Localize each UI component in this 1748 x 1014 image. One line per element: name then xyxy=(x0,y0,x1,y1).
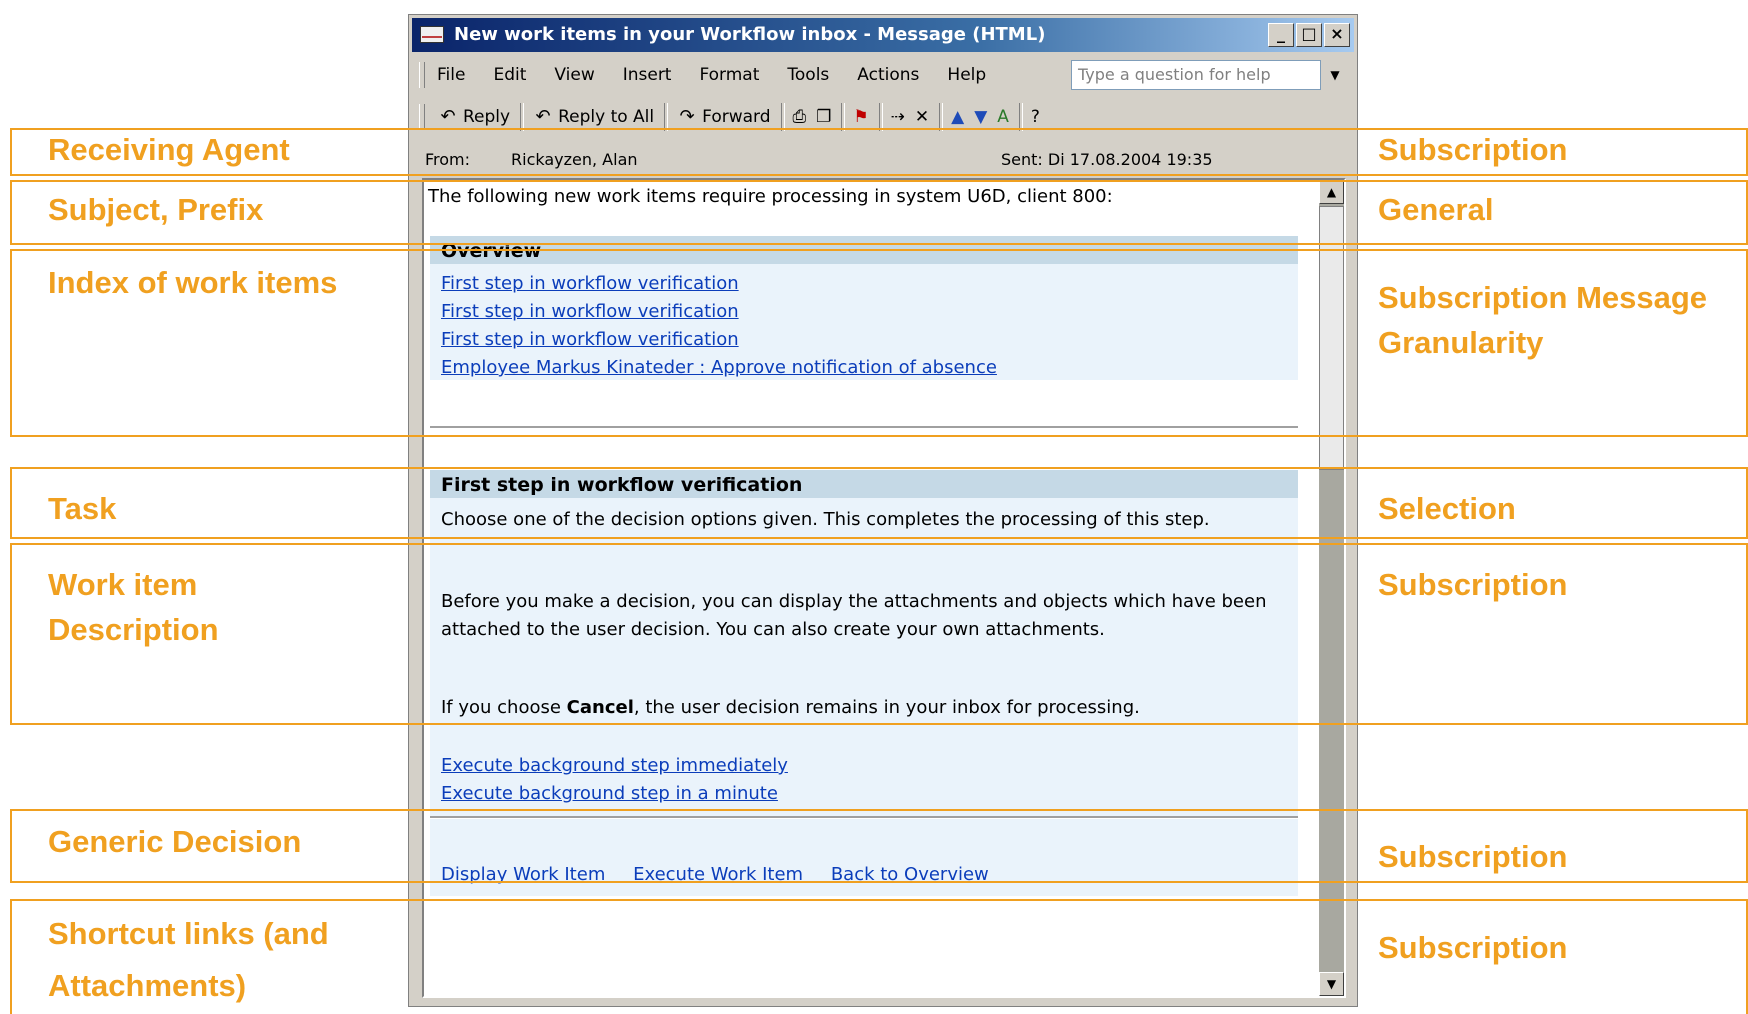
toolbar-separator xyxy=(520,103,525,131)
menu-format[interactable]: Format xyxy=(699,65,759,85)
toolbar-separator xyxy=(939,103,944,131)
label-right-selection: Selection xyxy=(1378,491,1516,526)
minimize-button[interactable]: _ xyxy=(1268,23,1294,47)
label-shortcut-links: Shortcut links (and Attachments) xyxy=(48,916,329,1003)
label-right-subscription: Subscription xyxy=(1378,567,1568,602)
menu-bar: File Edit View Insert Format Tools Actio… xyxy=(419,58,1351,92)
decision-links: Execute background step immediately Exec… xyxy=(430,752,788,808)
copy-icon[interactable]: ❐ xyxy=(816,107,831,127)
maximize-button[interactable]: □ xyxy=(1296,23,1322,47)
menu-file[interactable]: File xyxy=(437,65,465,85)
menu-edit[interactable]: Edit xyxy=(493,65,526,85)
label-receiving-agent: Receiving Agent xyxy=(48,132,290,167)
move-to-folder-icon[interactable]: ⇢ xyxy=(891,107,905,127)
toolbar-grip[interactable] xyxy=(419,104,425,130)
forward-label: Forward xyxy=(702,107,771,127)
flag-icon[interactable]: ⚑ xyxy=(853,107,868,127)
label-right-granularity: Subscription Message Granularity xyxy=(1378,280,1708,360)
label-right-subscription: Subscription xyxy=(1378,839,1568,874)
help-search-input[interactable]: Type a question for help xyxy=(1071,60,1321,90)
menu-actions[interactable]: Actions xyxy=(857,65,919,85)
decision-link[interactable]: Execute background step in a minute xyxy=(441,780,788,808)
toolbar-separator xyxy=(878,103,883,131)
label-generic-decision: Generic Decision xyxy=(48,824,302,859)
print-icon[interactable]: ⎙ xyxy=(793,107,807,127)
menu-insert[interactable]: Insert xyxy=(623,65,672,85)
close-button[interactable]: × xyxy=(1324,23,1350,47)
title-bar[interactable]: New work items in your Workflow inbox - … xyxy=(412,18,1354,52)
menu-view[interactable]: View xyxy=(554,65,594,85)
label-work-item-description: Work item Description xyxy=(48,567,219,647)
toolbar-separator xyxy=(841,103,846,131)
label-right-subscription: Subscription xyxy=(1378,132,1568,167)
label-index-of-work-items: Index of work items xyxy=(48,265,338,300)
previous-item-icon[interactable]: ▲ xyxy=(951,107,964,127)
label-subject-prefix: Subject, Prefix xyxy=(48,192,264,227)
reply-label: Reply xyxy=(463,107,511,127)
help-icon[interactable]: ? xyxy=(1031,107,1040,127)
forward-button[interactable]: ↷ Forward xyxy=(676,106,771,128)
toolbar-separator xyxy=(664,103,669,131)
window-title: New work items in your Workflow inbox - … xyxy=(454,24,1046,45)
next-item-icon[interactable]: ▼ xyxy=(974,107,987,127)
reply-all-icon: ↶ xyxy=(535,106,551,127)
label-right-general: General xyxy=(1378,192,1494,227)
label-right-subscription: Subscription xyxy=(1378,930,1568,965)
envelope-icon xyxy=(420,26,444,43)
reply-all-label: Reply to All xyxy=(558,107,655,127)
toolbar-separator xyxy=(1018,103,1023,131)
address-book-icon[interactable]: A xyxy=(997,107,1009,127)
menu-help[interactable]: Help xyxy=(947,65,986,85)
label-task: Task xyxy=(48,491,117,526)
toolbar-separator xyxy=(780,103,785,131)
reply-button[interactable]: ↶ Reply xyxy=(437,106,510,128)
help-dropdown-icon[interactable]: ▼ xyxy=(1323,60,1347,90)
decision-link[interactable]: Execute background step immediately xyxy=(441,752,788,780)
reply-icon: ↶ xyxy=(440,106,456,127)
reply-all-button[interactable]: ↶ Reply to All xyxy=(532,106,655,128)
forward-icon: ↷ xyxy=(679,106,695,127)
menu-tools[interactable]: Tools xyxy=(787,65,829,85)
toolbar-grip[interactable] xyxy=(419,62,425,88)
delete-icon[interactable]: ✕ xyxy=(915,107,929,127)
